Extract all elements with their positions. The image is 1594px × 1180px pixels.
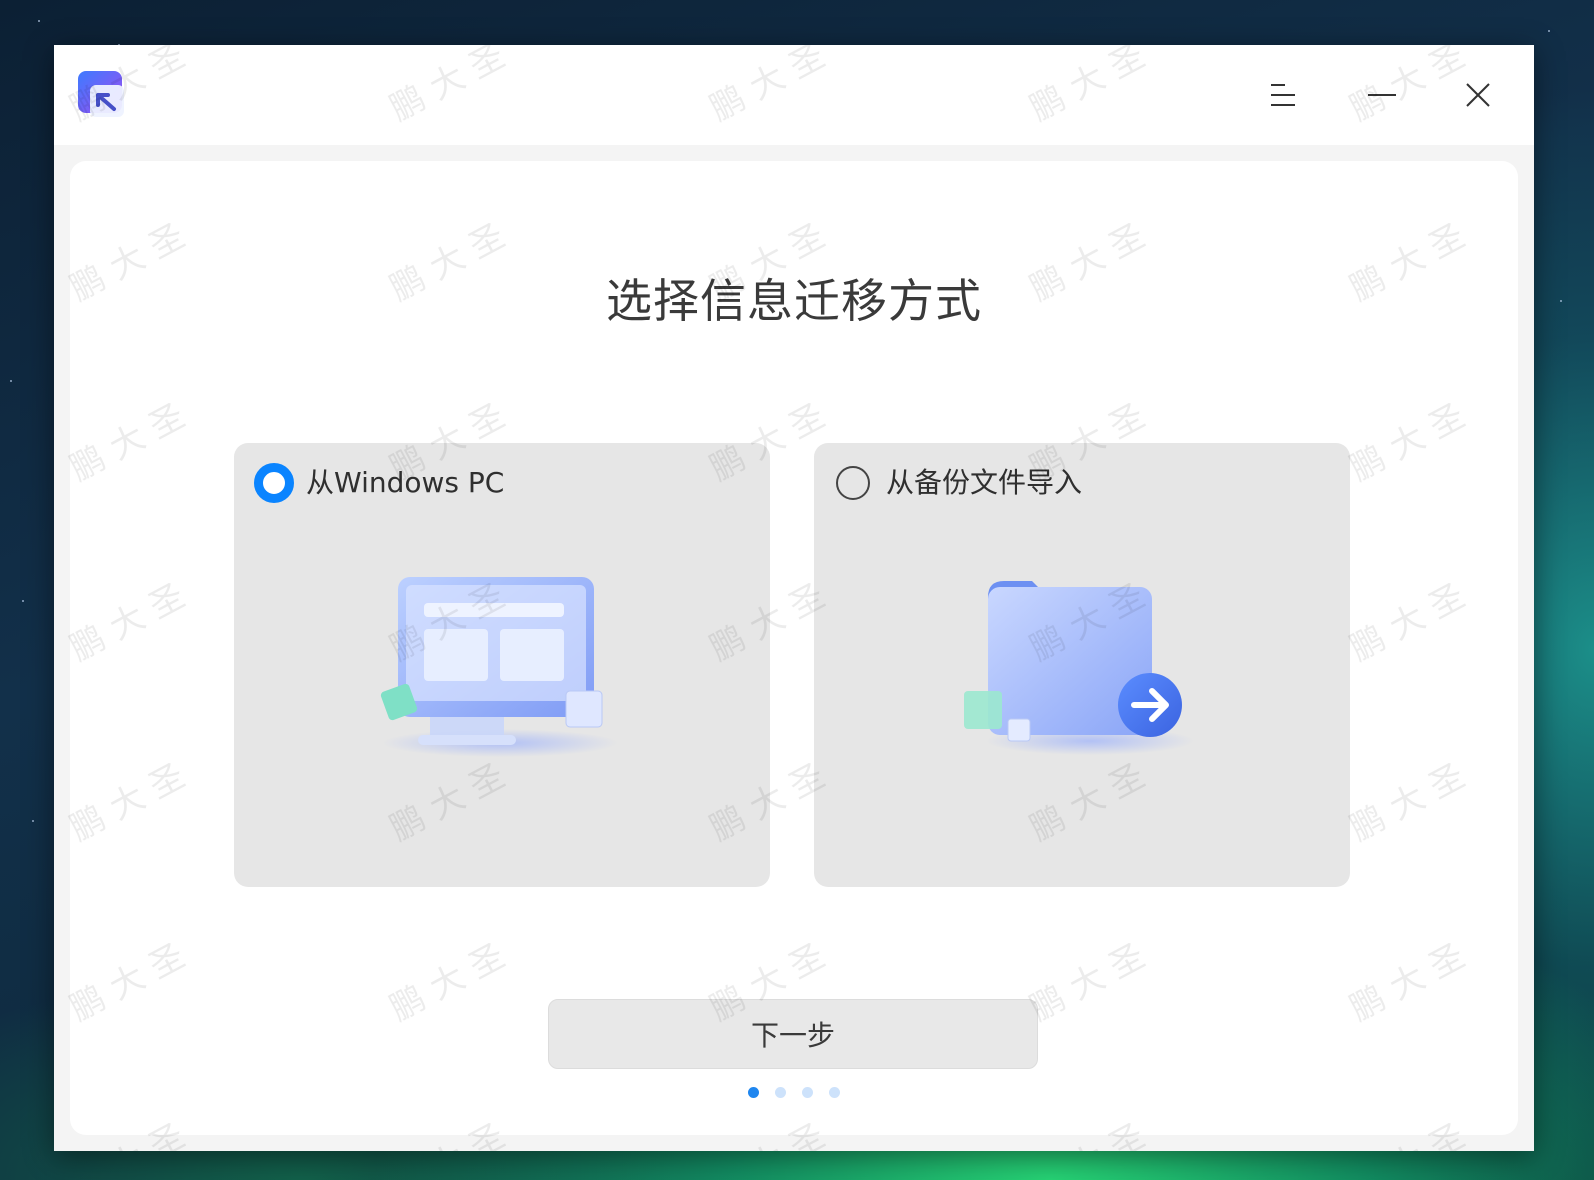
next-step-button[interactable]: 下一步 bbox=[548, 999, 1038, 1069]
minimize-icon[interactable] bbox=[1358, 71, 1406, 119]
page-title: 选择信息迁移方式 bbox=[606, 274, 982, 328]
data-migration-app-icon bbox=[76, 69, 126, 119]
option-windows-pc[interactable]: 从Windows PC bbox=[234, 443, 770, 887]
migration-window: 选择信息迁移方式 从Windows PC 从备份文件导入 下一步 bbox=[54, 45, 1534, 1151]
option-backup-file[interactable]: 从备份文件导入 bbox=[814, 443, 1350, 887]
page-dot-3 bbox=[802, 1087, 813, 1098]
radio-unselected[interactable] bbox=[836, 466, 870, 500]
radio-selected[interactable] bbox=[254, 463, 294, 503]
close-icon[interactable] bbox=[1454, 71, 1502, 119]
folder-arrow-icon bbox=[952, 563, 1212, 763]
monitor-icon bbox=[372, 563, 632, 763]
page-indicator bbox=[70, 1087, 1518, 1098]
page-dot-2 bbox=[775, 1087, 786, 1098]
option-label: 从Windows PC bbox=[306, 466, 505, 499]
option-label: 从备份文件导入 bbox=[886, 466, 1083, 499]
hamburger-menu-icon[interactable] bbox=[1259, 71, 1307, 119]
page-dot-1 bbox=[748, 1087, 759, 1098]
main-panel: 选择信息迁移方式 从Windows PC 从备份文件导入 下一步 bbox=[70, 161, 1518, 1135]
title-bar bbox=[54, 45, 1534, 145]
page-dot-4 bbox=[829, 1087, 840, 1098]
